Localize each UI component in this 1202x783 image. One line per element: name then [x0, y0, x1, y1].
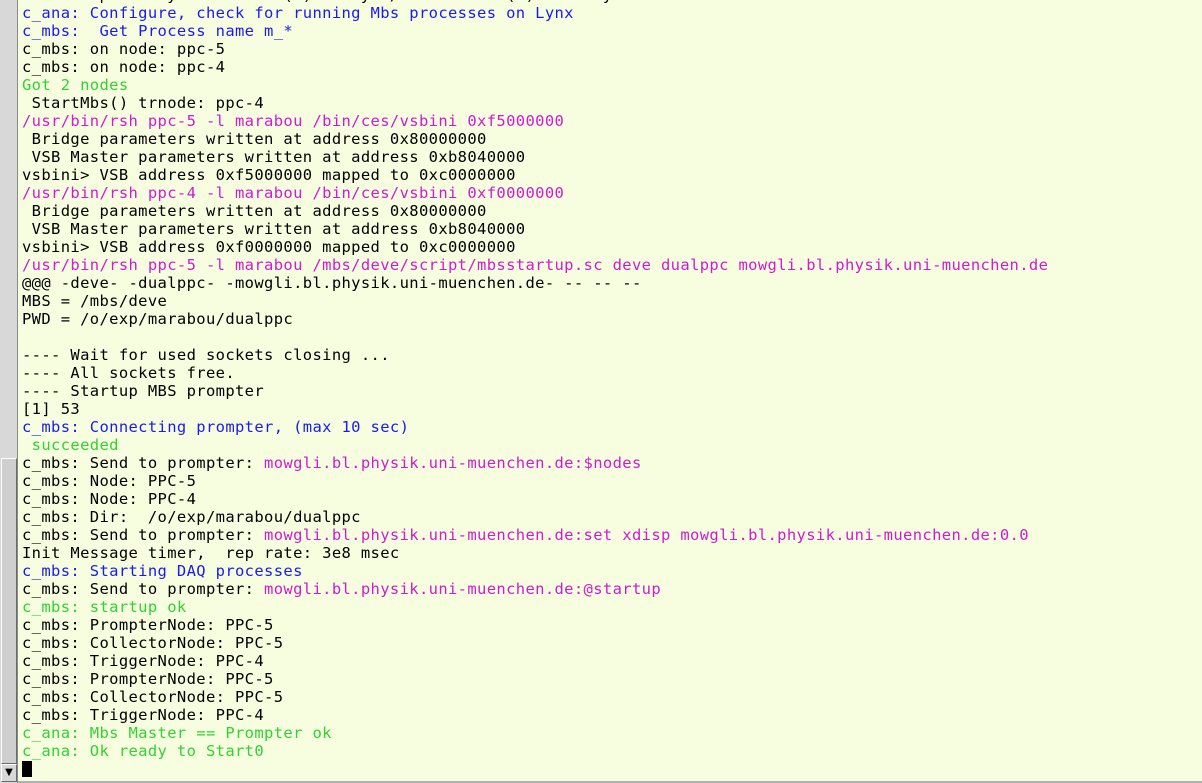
- terminal-line: c_mbs: CollectorNode: PPC-5: [22, 688, 284, 706]
- terminal-line: ---- Startup MBS prompter: [22, 382, 265, 400]
- terminal-line: c_mbs: on node: ppc-4: [22, 58, 226, 76]
- scrollbar-thumb[interactable]: [1, 458, 17, 764]
- terminal-line: c_mbs: Node: PPC-4: [22, 490, 197, 508]
- terminal-line: succeeded: [22, 436, 119, 454]
- terminal-line-segment: mowgli.bl.physik.uni-muenchen.de:@startu…: [264, 580, 661, 598]
- terminal-line: ---- Wait for used sockets closing ...: [22, 346, 390, 364]
- terminal-line: c_mbs: Dir: /o/exp/marabou/dualppc: [22, 508, 361, 526]
- terminal-line-segment: c_mbs: Send to prompter:: [22, 526, 265, 544]
- text-cursor: [22, 761, 32, 777]
- terminal-line: MBS = /mbs/deve: [22, 292, 168, 310]
- terminal-line: c_ana: Mbs Master == Prompter ok: [22, 724, 332, 742]
- terminal-line: Bridge parameters written at address 0x8…: [22, 130, 487, 148]
- terminal-line: Bridge parameters written at address 0x8…: [22, 202, 487, 220]
- terminal-line: c_mbs: CollectorNode: PPC-5: [22, 634, 284, 652]
- vertical-scrollbar[interactable]: ▼: [0, 0, 18, 783]
- terminal-line: VSB Master parameters written at address…: [22, 148, 526, 166]
- terminal-line: @@@ -deve- -dualppc- -mowgli.bl.physik.u…: [22, 274, 642, 292]
- terminal-line: vsbini> VSB address 0xf0000000 mapped to…: [22, 238, 516, 256]
- terminal-line: c_mbs: Send to prompter: mowgli.bl.physi…: [22, 580, 1202, 598]
- terminal-line-segment: c_mbs: Send to prompter:: [22, 454, 265, 472]
- terminal-window[interactable]: Redescription Lynx with PPC(5) on Lynx/A…: [0, 0, 1202, 783]
- terminal-output: Redescription Lynx with PPC(5) on Lynx/A…: [22, 0, 1202, 778]
- terminal-line: /usr/bin/rsh ppc-5 -l marabou /bin/ces/v…: [22, 112, 565, 130]
- terminal-line: ---- All sockets free.: [22, 364, 235, 382]
- terminal-line: Got 2 nodes: [22, 76, 129, 94]
- terminal-line: VSB Master parameters written at address…: [22, 220, 526, 238]
- terminal-line: c_ana: Ok ready to Start0: [22, 742, 265, 760]
- terminal-line: Init Message timer, rep rate: 3e8 msec: [22, 544, 400, 562]
- terminal-line: /usr/bin/rsh ppc-5 -l marabou /mbs/deve/…: [22, 256, 1049, 274]
- scroll-down-button[interactable]: ▼: [1, 764, 17, 782]
- prompt-line[interactable]: [22, 760, 1202, 778]
- terminal-line: c_mbs: PrompterNode: PPC-5: [22, 616, 274, 634]
- terminal-line: StartMbs() trnode: ppc-4: [22, 94, 265, 112]
- terminal-line: c_mbs: PrompterNode: PPC-5: [22, 670, 274, 688]
- terminal-line: c_mbs: Send to prompter: mowgli.bl.physi…: [22, 526, 1202, 544]
- terminal-line: vsbini> VSB address 0xf5000000 mapped to…: [22, 166, 516, 184]
- terminal-line: /usr/bin/rsh ppc-4 -l marabou /bin/ces/v…: [22, 184, 565, 202]
- terminal-line: c_ana: Configure, check for running Mbs …: [22, 4, 574, 22]
- terminal-line: PWD = /o/exp/marabou/dualppc: [22, 310, 294, 328]
- terminal-line: c_mbs: Node: PPC-5: [22, 472, 197, 490]
- terminal-line: c_mbs: Starting DAQ processes: [22, 562, 303, 580]
- terminal-line: c_mbs: TriggerNode: PPC-4: [22, 706, 265, 724]
- terminal-line: c_mbs: TriggerNode: PPC-4: [22, 652, 265, 670]
- terminal-line-segment: mowgli.bl.physik.uni-muenchen.de:set xdi…: [264, 526, 1029, 544]
- terminal-line: c_mbs: on node: ppc-5: [22, 40, 226, 58]
- terminal-line: c_mbs: Get Process name m_*: [22, 22, 294, 40]
- terminal-line: c_mbs: Connecting prompter, (max 10 sec): [22, 418, 410, 436]
- chevron-down-icon: ▼: [5, 767, 13, 778]
- terminal-line-segment: c_mbs: Send to prompter:: [22, 580, 265, 598]
- terminal-line-segment: mowgli.bl.physik.uni-muenchen.de:$nodes: [264, 454, 642, 472]
- terminal-line: c_mbs: Send to prompter: mowgli.bl.physi…: [22, 454, 1202, 472]
- terminal-line: [1] 53: [22, 400, 81, 418]
- terminal-line: c_mbs: startup ok: [22, 598, 187, 616]
